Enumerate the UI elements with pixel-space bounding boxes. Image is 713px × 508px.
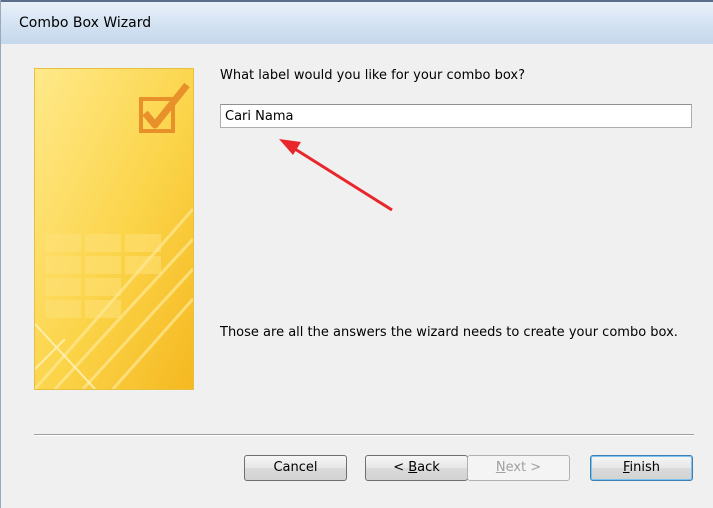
back-button[interactable]: < Back (365, 455, 468, 481)
back-label-rest: ack (417, 460, 440, 475)
footer-divider (34, 434, 694, 436)
cancel-button[interactable]: Cancel (244, 455, 347, 481)
finish-button[interactable]: Finish (590, 455, 693, 481)
combo-box-wizard-window: Combo Box Wizard What label would you li… (0, 0, 713, 508)
wizard-body: What label would you like for your combo… (1, 44, 713, 508)
window-title: Combo Box Wizard (19, 15, 152, 31)
label-question: What label would you like for your combo… (220, 68, 525, 83)
combo-box-label-input[interactable] (220, 104, 692, 128)
wizard-summary-text: Those are all the answers the wizard nee… (220, 325, 678, 340)
back-prefix: < (393, 460, 409, 475)
next-accelerator: N (495, 460, 506, 475)
title-bar[interactable]: Combo Box Wizard (1, 0, 713, 44)
next-label-rest: ext > (505, 460, 542, 475)
finish-label-rest: inish (629, 460, 661, 475)
next-button[interactable]: Next > (467, 455, 570, 481)
wizard-banner-image (34, 68, 194, 390)
back-accelerator: B (408, 460, 418, 475)
wizard-banner-graphic (35, 69, 193, 389)
